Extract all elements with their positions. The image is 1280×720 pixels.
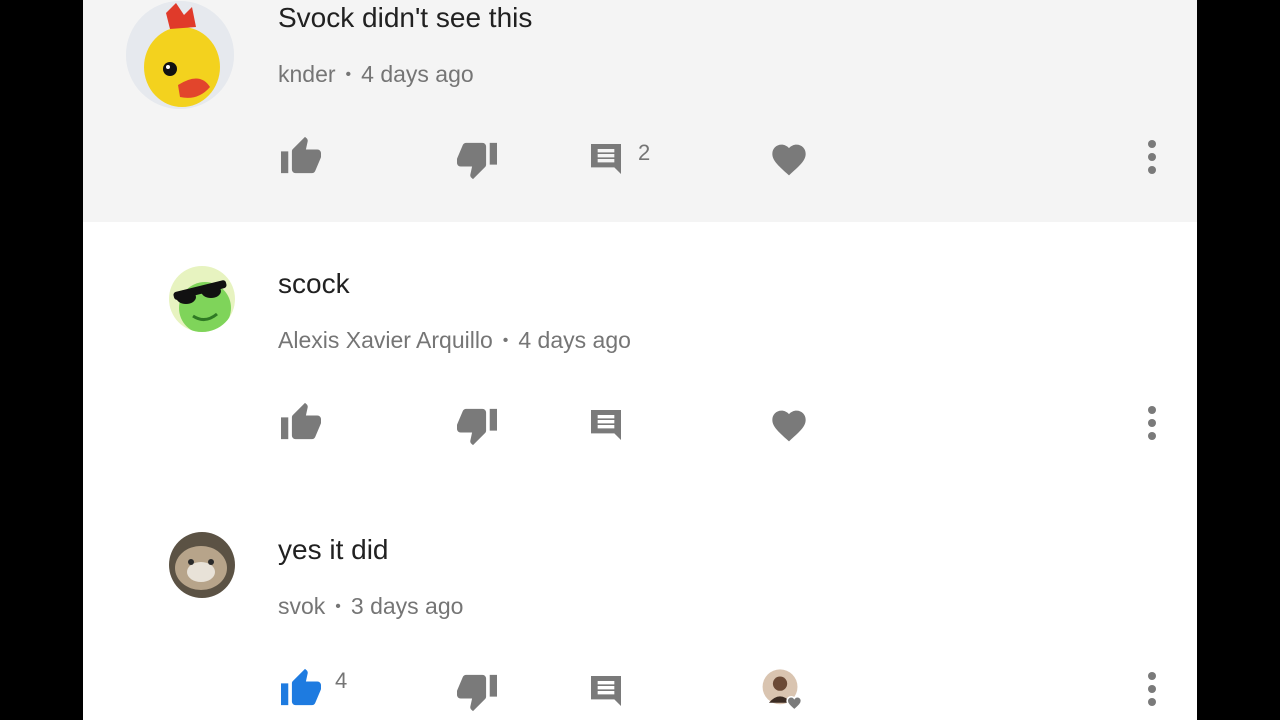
reply-count: 2 bbox=[638, 140, 651, 165]
comment-time: 4 days ago bbox=[518, 327, 631, 353]
comment-text: scock bbox=[278, 268, 350, 299]
comment-meta: svok • 3 days ago bbox=[278, 593, 464, 619]
comment-actions: 4 bbox=[83, 665, 1197, 715]
more-options-button[interactable] bbox=[1147, 405, 1157, 441]
reply-icon bbox=[591, 144, 621, 174]
thumbs-up-icon bbox=[281, 668, 321, 706]
dislike-button[interactable] bbox=[455, 673, 499, 713]
reply-button[interactable] bbox=[586, 671, 626, 711]
comment-time: 3 days ago bbox=[350, 593, 464, 619]
comment-meta: knder • 4 days ago bbox=[278, 61, 474, 87]
creator-heart-button[interactable] bbox=[761, 667, 807, 713]
more-options-button[interactable] bbox=[1147, 139, 1157, 175]
more-vert-icon bbox=[1148, 406, 1156, 440]
like-count: 4 bbox=[335, 668, 348, 693]
dislike-button[interactable] bbox=[455, 141, 499, 181]
dislike-button[interactable] bbox=[455, 407, 499, 447]
avatar[interactable] bbox=[169, 266, 235, 332]
more-vert-icon bbox=[1148, 672, 1156, 706]
reply-icon bbox=[591, 676, 621, 706]
creator-heart-icon bbox=[762, 669, 803, 712]
heart-button[interactable] bbox=[769, 405, 809, 443]
heart-button[interactable] bbox=[769, 139, 809, 177]
comment-author[interactable]: knder bbox=[278, 61, 336, 87]
comment-text: yes it did bbox=[278, 534, 389, 565]
thumbs-up-icon bbox=[281, 402, 321, 440]
like-button[interactable] bbox=[279, 135, 323, 175]
like-button[interactable]: 4 bbox=[279, 667, 347, 707]
avatar[interactable] bbox=[169, 532, 235, 598]
comment-author[interactable]: svok bbox=[278, 593, 325, 619]
thumbs-down-icon bbox=[457, 142, 497, 180]
reply-button[interactable] bbox=[586, 405, 638, 445]
comment-item: Svock didn't see this knder • 4 days ago 2 bbox=[83, 0, 1197, 222]
comments-panel: Svock didn't see this knder • 4 days ago 2 bbox=[83, 0, 1197, 720]
heart-icon bbox=[772, 410, 806, 442]
reply-icon bbox=[591, 410, 621, 440]
avatar[interactable] bbox=[126, 1, 234, 109]
like-button[interactable] bbox=[279, 401, 323, 441]
more-vert-icon bbox=[1148, 140, 1156, 174]
comment-item: scock Alexis Xavier Arquillo • 4 days ago bbox=[83, 222, 1197, 488]
thumbs-down-icon bbox=[457, 408, 497, 446]
comment-actions: 2 bbox=[83, 133, 1197, 183]
comment-time: 4 days ago bbox=[361, 61, 474, 87]
thumbs-down-icon bbox=[457, 674, 497, 712]
comment-author[interactable]: Alexis Xavier Arquillo bbox=[278, 327, 493, 353]
comment-item: yes it did svok • 3 days ago 4 bbox=[83, 488, 1197, 720]
comment-actions bbox=[83, 399, 1197, 449]
comment-meta: Alexis Xavier Arquillo • 4 days ago bbox=[278, 327, 631, 353]
comment-text: Svock didn't see this bbox=[278, 2, 533, 33]
heart-icon bbox=[772, 144, 806, 176]
reply-button[interactable]: 2 bbox=[586, 139, 650, 179]
thumbs-up-icon bbox=[281, 136, 321, 174]
more-options-button[interactable] bbox=[1147, 671, 1157, 707]
